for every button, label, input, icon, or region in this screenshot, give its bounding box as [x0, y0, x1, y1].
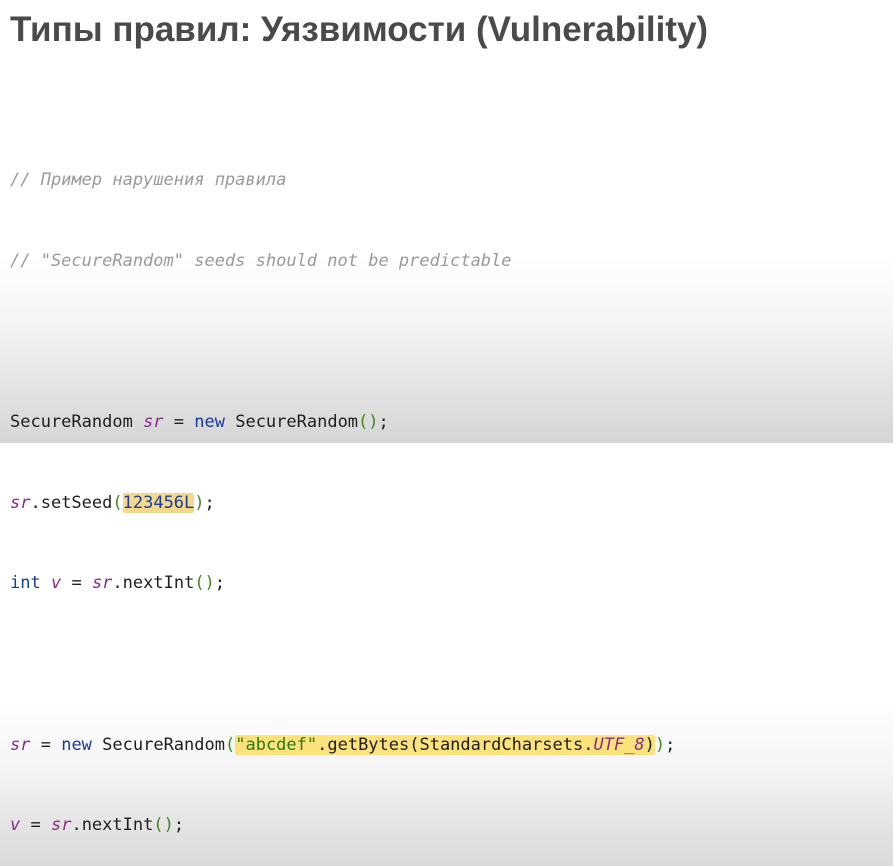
code-token-var: sr — [143, 411, 164, 432]
code-token-open-paren: ( — [112, 492, 123, 513]
code-token-call: .setSeed — [30, 492, 113, 513]
code-token-op: = — [30, 734, 62, 755]
slide-title: Типы правил: Уязвимости (Vulnerability) — [10, 10, 709, 49]
code-token-call: .nextInt — [112, 573, 195, 594]
code-token-string: "abcdef" — [235, 734, 318, 755]
code-token-parens: () — [153, 815, 174, 836]
code-line-5: int v = sr.nextInt(); — [10, 570, 675, 597]
code-token-semi: ; — [204, 492, 215, 513]
code-token-var: v — [50, 573, 62, 594]
code-token-close-paren: ) — [194, 492, 205, 513]
code-token-keyword: new — [194, 411, 225, 432]
code-token-call: .nextInt — [71, 815, 154, 836]
code-token-type: SecureRandom — [10, 411, 144, 432]
code-token-semi: ; — [378, 411, 389, 432]
code-token-open-paren: ( — [224, 734, 236, 755]
code-token-op: = — [20, 815, 51, 836]
code-comment-2: // "SecureRandom" seeds should not be pr… — [10, 250, 512, 271]
code-line-3: SecureRandom sr = new SecureRandom(); — [10, 409, 675, 436]
code-token-var: sr — [91, 573, 113, 594]
code-token-semi: ; — [665, 734, 676, 755]
code-token-keyword: new — [61, 734, 92, 755]
code-token-keyword: int — [10, 573, 41, 594]
code-token-parens: () — [194, 573, 215, 594]
code-token-semi: ; — [214, 573, 226, 594]
code-token-var: sr — [10, 734, 31, 755]
code-comment-1: // Пример нарушения правила — [10, 169, 287, 190]
code-token-semi: ; — [173, 815, 185, 836]
code-line-7: v = sr.nextInt(); — [10, 812, 675, 839]
code-line-4: sr.setSeed(123456L); — [10, 490, 675, 517]
code-token-op: = — [61, 573, 92, 594]
highlighted-seed-literal: 123456L — [122, 492, 195, 513]
code-token-var: sr — [10, 492, 31, 513]
code-token-close-paren: ) — [654, 734, 666, 755]
code-token-parens: () — [358, 411, 379, 432]
code-token-call: .getBytes(StandardCharsets. — [317, 734, 594, 755]
code-line-6: sr = new SecureRandom("abcdef".getBytes(… — [10, 732, 675, 759]
code-token-ctor: SecureRandom — [91, 734, 225, 755]
highlighted-seed-expression: "abcdef".getBytes(StandardCharsets.UTF_8… — [235, 734, 655, 755]
code-token-close-paren: ) — [644, 734, 655, 755]
code-token-ctor: SecureRandom — [224, 411, 359, 432]
code-token-op: = — [163, 411, 195, 432]
code-token-var: sr — [50, 815, 72, 836]
code-token-constant: UTF_8 — [593, 734, 645, 755]
code-block: // Пример нарушения правила // "SecureRa… — [10, 113, 675, 866]
code-token-var: v — [10, 815, 21, 836]
